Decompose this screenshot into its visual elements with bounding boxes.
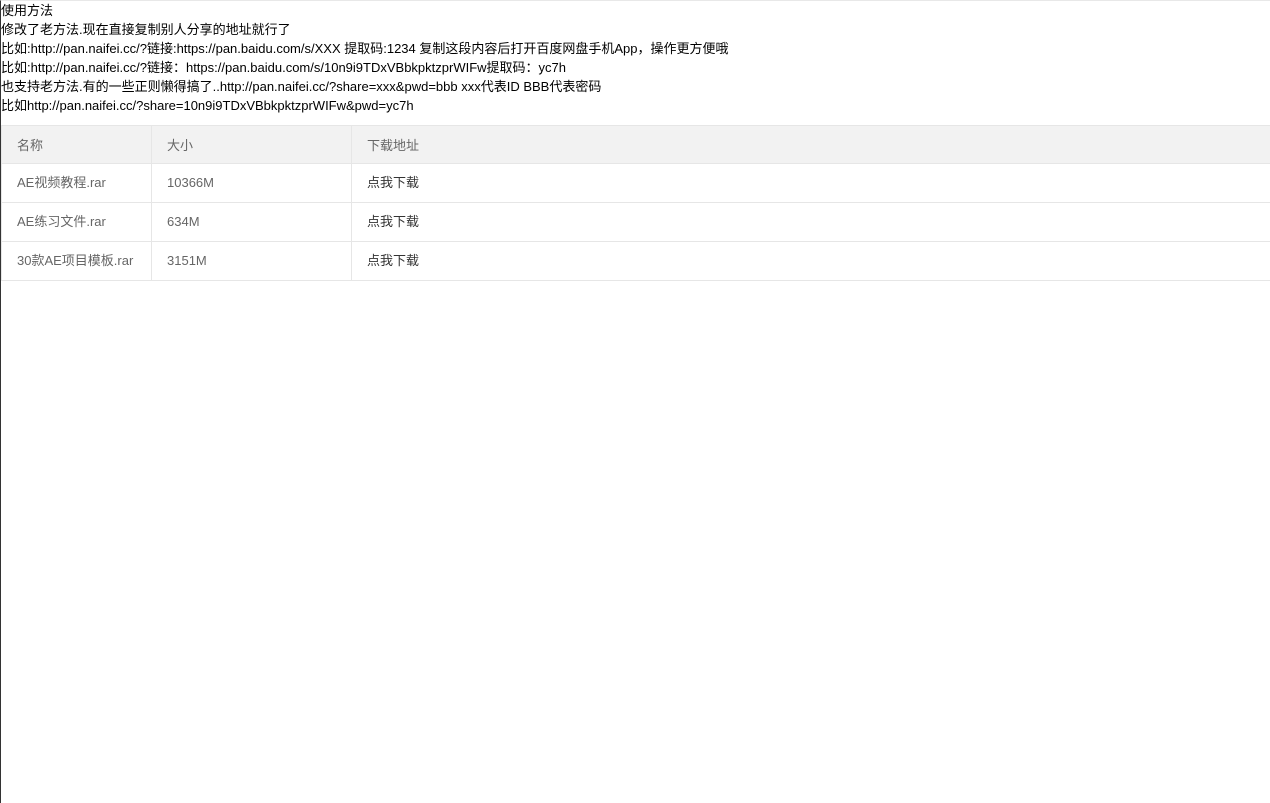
file-table-container: 名称 大小 下载地址 AE视频教程.rar 10366M 点我下载 AE练习文件… xyxy=(1,125,1270,281)
file-size: 634M xyxy=(151,202,352,242)
table-row: AE练习文件.rar 634M 点我下载 xyxy=(1,202,1270,242)
download-cell: 点我下载 xyxy=(351,163,1270,203)
table-row: 30款AE项目模板.rar 3151M 点我下载 xyxy=(1,241,1270,281)
file-name: AE练习文件.rar xyxy=(1,202,152,242)
instruction-line: 比如http://pan.naifei.cc/?share=10n9i9TDxV… xyxy=(1,98,414,113)
download-cell: 点我下载 xyxy=(351,202,1270,242)
file-table: 名称 大小 下载地址 AE视频教程.rar 10366M 点我下载 AE练习文件… xyxy=(1,125,1270,281)
instructions-heading: 使用方法 xyxy=(1,3,54,18)
column-header-size: 大小 xyxy=(151,125,352,164)
table-header-row: 名称 大小 下载地址 xyxy=(1,125,1270,164)
table-body: AE视频教程.rar 10366M 点我下载 AE练习文件.rar 634M 点… xyxy=(1,163,1270,281)
instruction-line: 比如:http://pan.naifei.cc/?链接：https://pan.… xyxy=(1,60,566,75)
file-name: AE视频教程.rar xyxy=(1,163,152,203)
column-header-name: 名称 xyxy=(1,125,152,164)
download-cell: 点我下载 xyxy=(351,241,1270,281)
file-size: 10366M xyxy=(151,163,352,203)
file-name: 30款AE项目模板.rar xyxy=(1,241,152,281)
instruction-line: 修改了老方法.现在直接复制别人分享的地址就行了 xyxy=(1,22,291,37)
download-link[interactable]: 点我下载 xyxy=(367,175,419,190)
instruction-line: 也支持老方法.有的一些正则懒得搞了..http://pan.naifei.cc/… xyxy=(1,79,602,94)
table-header: 名称 大小 下载地址 xyxy=(1,125,1270,164)
download-link[interactable]: 点我下载 xyxy=(367,214,419,229)
download-link[interactable]: 点我下载 xyxy=(367,253,419,268)
file-size: 3151M xyxy=(151,241,352,281)
instructions-block: 使用方法 修改了老方法.现在直接复制别人分享的地址就行了 比如:http://p… xyxy=(1,1,1270,115)
column-header-link: 下载地址 xyxy=(351,125,1270,164)
instruction-line: 比如:http://pan.naifei.cc/?链接:https://pan.… xyxy=(1,41,729,56)
table-row: AE视频教程.rar 10366M 点我下载 xyxy=(1,163,1270,203)
